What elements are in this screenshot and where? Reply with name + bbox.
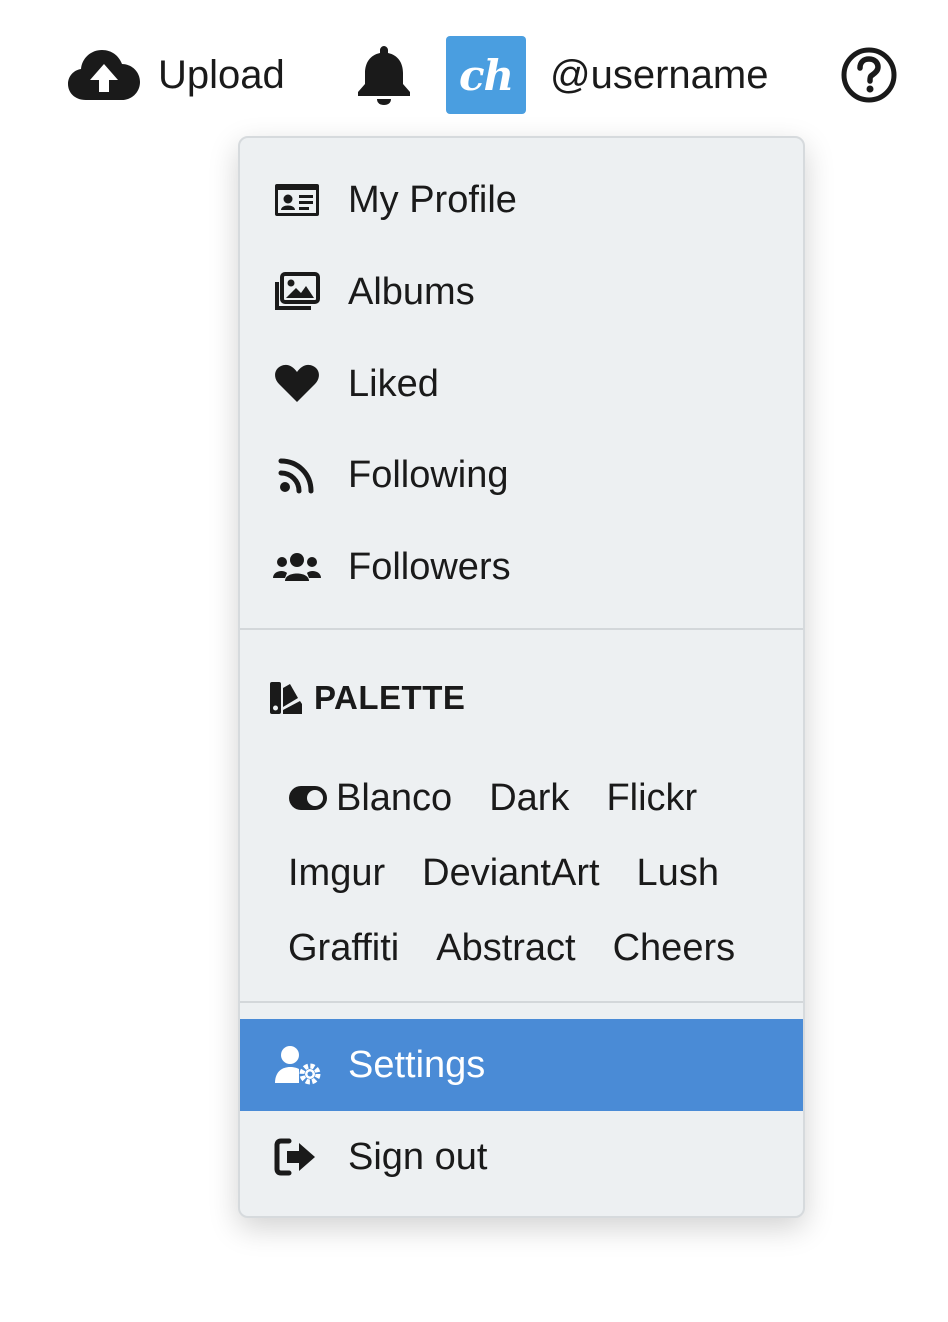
user-cog-icon (275, 1046, 321, 1085)
palette-row: Imgur DeviantArt Lush (288, 848, 756, 898)
menu-divider (240, 628, 803, 630)
username-label: @username (550, 52, 769, 97)
menu-item-liked[interactable]: Liked (240, 338, 803, 430)
menu-item-label: My Profile (348, 178, 517, 221)
menu-item-settings[interactable]: Settings (240, 1019, 803, 1111)
user-dropdown-menu: My Profile Albums Liked Following Follow… (238, 136, 805, 1218)
upload-label: Upload (158, 52, 285, 97)
palette-option-cheers[interactable]: Cheers (613, 927, 736, 970)
menu-item-following[interactable]: Following (240, 429, 803, 521)
menu-item-label: Albums (348, 270, 475, 313)
menu-item-sign-out[interactable]: Sign out (240, 1111, 803, 1203)
toggle-on-icon (289, 786, 327, 810)
upload-button[interactable]: Upload (68, 40, 285, 110)
palette-option-imgur[interactable]: Imgur (288, 852, 385, 895)
notifications-button[interactable] (356, 44, 412, 106)
swatchbook-icon (270, 682, 302, 714)
rss-icon (278, 458, 314, 494)
palette-option-blanco[interactable]: Blanco (288, 777, 452, 820)
top-navigation-bar: Upload ch @username (0, 0, 948, 150)
palette-option-abstract[interactable]: Abstract (436, 927, 575, 970)
menu-divider (240, 1001, 803, 1003)
cloud-upload-icon (68, 50, 140, 100)
palette-option-dark[interactable]: Dark (489, 777, 569, 820)
menu-item-followers[interactable]: Followers (240, 521, 803, 613)
palette-option-graffiti[interactable]: Graffiti (288, 927, 399, 970)
help-button[interactable] (840, 46, 898, 104)
users-icon (273, 553, 321, 581)
menu-item-my-profile[interactable]: My Profile (240, 154, 803, 246)
bell-icon (358, 46, 410, 105)
menu-item-label: Following (348, 453, 509, 496)
images-icon (275, 272, 320, 310)
palette-heading: PALETTE (268, 678, 465, 718)
heart-icon (275, 364, 319, 402)
question-circle-icon (841, 47, 897, 103)
palette-option-lush[interactable]: Lush (637, 852, 719, 895)
avatar[interactable]: ch (446, 36, 526, 114)
palette-option-flickr[interactable]: Flickr (606, 777, 697, 820)
palette-row: Blanco Dark Flickr (288, 773, 734, 823)
menu-item-label: Sign out (348, 1135, 488, 1178)
palette-option-deviantart[interactable]: DeviantArt (422, 852, 599, 895)
palette-row: Graffiti Abstract Cheers (288, 923, 772, 973)
sign-out-icon (274, 1138, 315, 1176)
menu-item-label: Liked (348, 362, 439, 405)
palette-heading-label: PALETTE (314, 679, 466, 716)
menu-item-label: Followers (348, 545, 511, 588)
menu-item-label: Settings (348, 1043, 486, 1086)
avatar-text: ch (458, 50, 514, 100)
id-card-icon (275, 184, 319, 216)
palette-option-label: Blanco (336, 776, 453, 819)
username-link[interactable]: @username (550, 46, 768, 104)
menu-item-albums[interactable]: Albums (240, 246, 803, 338)
